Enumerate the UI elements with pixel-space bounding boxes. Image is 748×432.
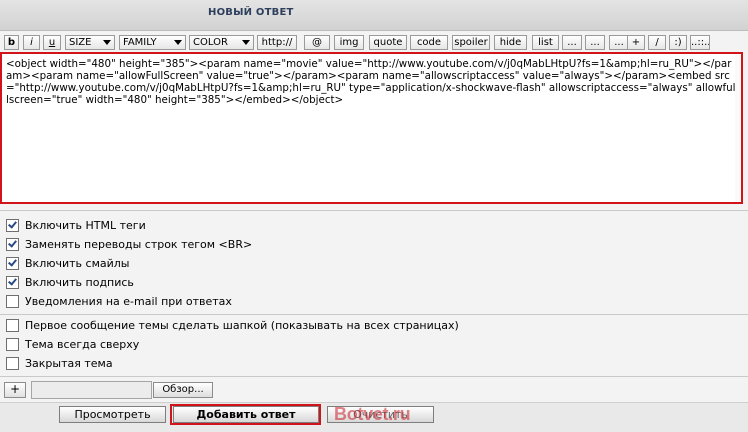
chevron-down-icon	[174, 40, 182, 45]
smiley-button[interactable]: :)	[669, 35, 687, 50]
image-button[interactable]: img	[334, 35, 364, 50]
divider	[0, 210, 748, 211]
check-icon	[8, 276, 17, 286]
plus-button[interactable]: +	[627, 35, 645, 50]
preview-button[interactable]: Просмотреть	[59, 406, 166, 423]
underline-button[interactable]: u	[43, 35, 61, 50]
list-button[interactable]: list	[532, 35, 559, 50]
color-select[interactable]: COLOR	[189, 35, 254, 50]
size-select[interactable]: SIZE	[65, 35, 115, 50]
add-attachment-button[interactable]: +	[4, 382, 26, 398]
email-notify-checkbox[interactable]	[6, 295, 19, 308]
form-header: НОВЫЙ ОТВЕТ	[0, 0, 748, 31]
bbcode-toolbar: b i u SIZE FAMILY COLOR http:// @ img qu…	[0, 31, 748, 53]
br-checkbox[interactable]	[6, 238, 19, 251]
list-item-button-1[interactable]: ...	[562, 35, 582, 50]
first-post-checkbox[interactable]	[6, 319, 19, 332]
url-button[interactable]: http://	[257, 35, 297, 50]
smileys-checkbox[interactable]	[6, 257, 19, 270]
email-notify-label: Уведомления на e-mail при ответах	[25, 295, 232, 308]
check-icon	[8, 257, 17, 267]
chevron-down-icon	[103, 40, 111, 45]
watermark-logo: Botvet.ru	[334, 404, 411, 424]
font-family-select-label: FAMILY	[123, 37, 157, 48]
smileys-label: Включить смайлы	[25, 257, 130, 270]
closed-label: Закрытая тема	[25, 357, 113, 370]
closed-checkbox[interactable]	[6, 357, 19, 370]
signature-label: Включить подпись	[25, 276, 134, 289]
quote-button[interactable]: quote	[369, 35, 407, 50]
check-icon	[8, 219, 17, 229]
chevron-down-icon	[242, 40, 250, 45]
message-textarea-highlight: <object width="480" height="385"><param …	[0, 52, 743, 204]
form-title: НОВЫЙ ОТВЕТ	[208, 7, 294, 18]
italic-button[interactable]: i	[23, 35, 40, 50]
file-path-input[interactable]	[31, 381, 152, 399]
br-label: Заменять переводы строк тегом <BR>	[25, 238, 253, 251]
first-post-label: Первое сообщение темы сделать шапкой (по…	[25, 319, 459, 332]
sticky-label: Тема всегда сверху	[25, 338, 140, 351]
hide-button[interactable]: hide	[494, 35, 527, 50]
list-item-button-2[interactable]: ...	[585, 35, 605, 50]
list-item-button-3[interactable]: ...	[609, 35, 629, 50]
more-button[interactable]: ..::..	[690, 35, 710, 50]
spoiler-button[interactable]: spoiler	[452, 35, 490, 50]
divider	[0, 314, 748, 315]
code-button[interactable]: code	[410, 35, 448, 50]
submit-highlight	[170, 404, 321, 425]
slash-button[interactable]: /	[648, 35, 666, 50]
email-button[interactable]: @	[304, 35, 330, 50]
signature-checkbox[interactable]	[6, 276, 19, 289]
bold-button[interactable]: b	[4, 35, 19, 50]
color-select-label: COLOR	[193, 37, 228, 48]
message-textarea[interactable]: <object width="480" height="385"><param …	[4, 56, 739, 200]
sticky-checkbox[interactable]	[6, 338, 19, 351]
html-tags-checkbox[interactable]	[6, 219, 19, 232]
textarea-scrollbar[interactable]	[735, 54, 741, 202]
size-select-label: SIZE	[69, 37, 92, 48]
browse-button[interactable]: Обзор...	[153, 382, 213, 398]
check-icon	[8, 238, 17, 248]
divider	[0, 376, 748, 377]
font-family-select[interactable]: FAMILY	[119, 35, 186, 50]
html-tags-label: Включить HTML теги	[25, 219, 146, 232]
